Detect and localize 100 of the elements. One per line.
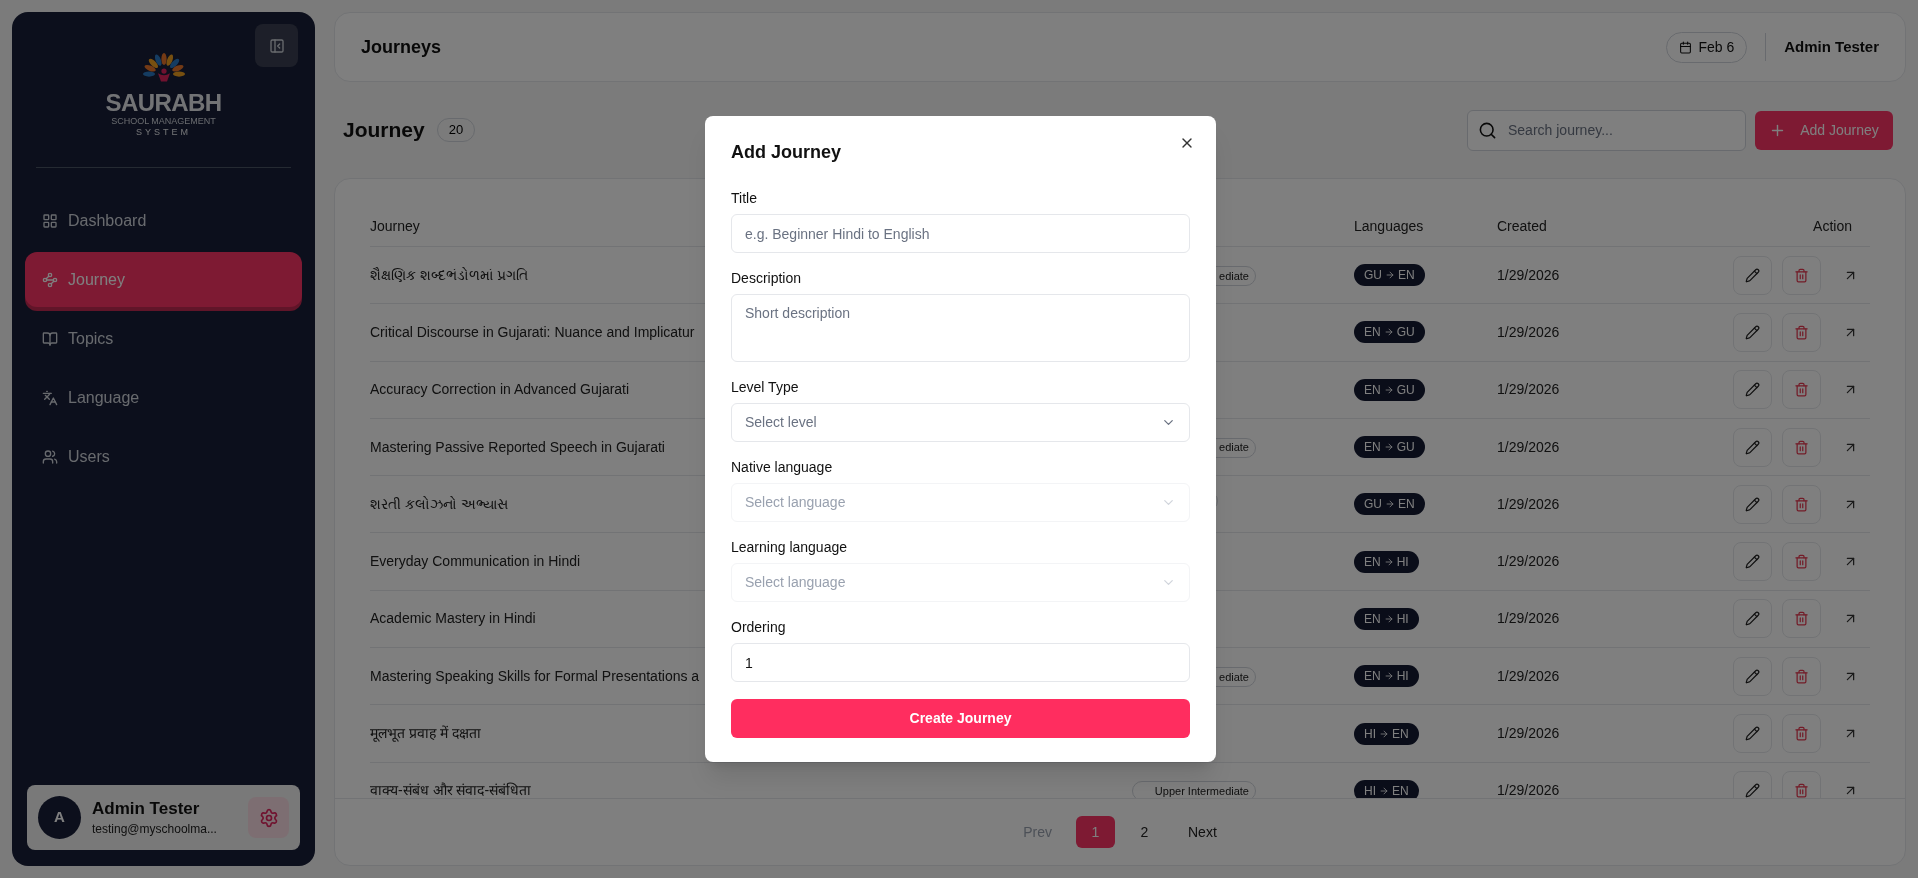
edit-button[interactable] bbox=[1733, 312, 1772, 352]
column-header: Created bbox=[1497, 217, 1547, 236]
delete-button[interactable] bbox=[1782, 312, 1821, 352]
delete-button[interactable] bbox=[1782, 370, 1821, 410]
delete-button[interactable] bbox=[1782, 427, 1821, 467]
arrow-right-icon bbox=[1385, 499, 1395, 510]
table-cell-text: Academic Mastery in Hindi bbox=[370, 609, 536, 629]
page-button[interactable]: 2 bbox=[1125, 816, 1164, 848]
table-cell-text: 1/29/2026 bbox=[1497, 609, 1560, 629]
arrow-right-icon bbox=[1379, 728, 1389, 739]
collapse-sidebar-button[interactable] bbox=[255, 24, 298, 67]
edit-button[interactable] bbox=[1733, 656, 1772, 696]
language-badge: GU EN bbox=[1354, 493, 1425, 516]
pencil-icon bbox=[1745, 382, 1760, 398]
section-title: Journey bbox=[343, 117, 425, 144]
avatar: A bbox=[38, 796, 81, 839]
next-button[interactable]: Next bbox=[1174, 816, 1231, 848]
language-badge: EN GU bbox=[1354, 436, 1425, 459]
pencil-icon bbox=[1745, 726, 1760, 741]
arrow-right-icon bbox=[1383, 327, 1394, 338]
edit-button[interactable] bbox=[1733, 599, 1772, 639]
pencil-icon bbox=[1745, 439, 1760, 455]
table-cell-text: શરતી કલોઝનો અભ્યાસ bbox=[370, 494, 508, 514]
table-cell-text: 1/29/2026 bbox=[1497, 494, 1560, 514]
logo-title: SAURABH bbox=[105, 90, 222, 116]
field-label: Native language bbox=[731, 459, 834, 475]
book-icon bbox=[42, 330, 58, 347]
pencil-icon bbox=[1745, 267, 1760, 283]
language-badge: GU EN bbox=[1354, 264, 1425, 287]
edit-button[interactable] bbox=[1733, 542, 1772, 582]
delete-button[interactable] bbox=[1782, 599, 1821, 639]
profile-name: Admin Tester bbox=[92, 797, 200, 820]
trash-icon bbox=[1794, 726, 1809, 741]
ordering-input[interactable]: 1 bbox=[731, 643, 1190, 682]
delete-button[interactable] bbox=[1782, 656, 1821, 696]
page-title: Journeys bbox=[361, 35, 442, 59]
field-label: Level Type bbox=[731, 379, 800, 395]
column-header: Languages bbox=[1354, 217, 1424, 236]
page-button[interactable]: 1 bbox=[1076, 816, 1115, 848]
delete-button[interactable] bbox=[1782, 255, 1821, 295]
nav-item[interactable]: Dashboard bbox=[25, 193, 302, 248]
table-cell-text: 1/29/2026 bbox=[1497, 724, 1560, 743]
gear-icon bbox=[258, 807, 279, 828]
language-badge: HI EN bbox=[1354, 722, 1419, 745]
delete-button[interactable] bbox=[1782, 542, 1821, 582]
logo-subtitle: SCHOOL MANAGEMENT bbox=[111, 116, 216, 127]
table-cell-text: वाक्य-संबंध और संवाद-संबंधिता bbox=[370, 781, 532, 798]
delete-button[interactable] bbox=[1782, 714, 1821, 753]
arrow-right-icon bbox=[1383, 384, 1394, 395]
edit-button[interactable] bbox=[1733, 370, 1772, 410]
delete-button[interactable] bbox=[1782, 484, 1821, 524]
route-icon bbox=[42, 271, 58, 288]
pencil-icon bbox=[1745, 783, 1760, 798]
select-field[interactable]: Select level bbox=[731, 403, 1190, 442]
trash-icon bbox=[1794, 496, 1809, 512]
language-badge: EN GU bbox=[1354, 378, 1425, 401]
dialog-title: Add Journey bbox=[731, 141, 842, 163]
column-header: Journey bbox=[370, 217, 420, 236]
nav-item[interactable]: Language bbox=[25, 370, 302, 425]
table-cell-text: 1/29/2026 bbox=[1497, 437, 1560, 457]
users-icon bbox=[42, 448, 58, 465]
edit-button[interactable] bbox=[1733, 484, 1772, 524]
trash-icon bbox=[1794, 668, 1809, 684]
table-cell-text: Everyday Communication in Hindi bbox=[370, 552, 581, 572]
language-badge: EN HI bbox=[1354, 607, 1419, 630]
settings-button[interactable] bbox=[248, 797, 289, 838]
table-cell-text: 1/29/2026 bbox=[1497, 265, 1560, 285]
column-header: Action bbox=[1813, 217, 1853, 236]
table-cell-text: શૈક્ષણિક શબ્દભંડોળમાં પ્રગતિ bbox=[370, 265, 528, 285]
edit-button[interactable] bbox=[1733, 427, 1772, 467]
table-cell-text: Accuracy Correction in Advanced Gujarati bbox=[370, 380, 630, 400]
arrow-right-icon bbox=[1383, 613, 1394, 624]
create-journey-button[interactable]: Create Journey bbox=[731, 699, 1190, 738]
search-icon bbox=[1478, 120, 1497, 140]
translate-icon bbox=[42, 389, 58, 406]
description-input[interactable]: Short description bbox=[731, 294, 1190, 362]
trash-icon bbox=[1794, 382, 1809, 398]
grid-icon bbox=[42, 212, 58, 229]
edit-button[interactable] bbox=[1733, 714, 1772, 753]
language-badge: EN GU bbox=[1354, 321, 1425, 344]
add-journey-button[interactable]: Add Journey bbox=[1755, 110, 1893, 150]
calendar-icon bbox=[1679, 40, 1693, 54]
table-cell-text: 1/29/2026 bbox=[1497, 781, 1560, 798]
title-input[interactable]: e.g. Beginner Hindi to English bbox=[731, 214, 1190, 253]
search-field[interactable]: Search journey... bbox=[1467, 109, 1746, 151]
table-cell-text: 1/29/2026 bbox=[1497, 552, 1560, 572]
arrow-right-icon bbox=[1383, 556, 1394, 567]
user-name: Admin Tester bbox=[1784, 36, 1879, 57]
table-cell-text: Mastering Passive Reported Speech in Gujarati bbox=[370, 437, 665, 457]
edit-button[interactable] bbox=[1733, 255, 1772, 295]
trash-icon bbox=[1794, 324, 1809, 340]
pencil-icon bbox=[1745, 554, 1760, 570]
logo-tagline: SYSTEM bbox=[136, 127, 191, 138]
nav-item[interactable]: Topics bbox=[25, 311, 302, 366]
table-cell-text: 1/29/2026 bbox=[1497, 322, 1560, 342]
table-cell-text: Critical Discourse in Gujarati: Nuance and Implicatur bbox=[370, 322, 695, 342]
language-badge: HI EN bbox=[1354, 779, 1419, 798]
nav-item[interactable]: Users bbox=[25, 429, 302, 484]
field-label: Description bbox=[731, 270, 803, 286]
arrow-right-icon bbox=[1385, 270, 1395, 281]
